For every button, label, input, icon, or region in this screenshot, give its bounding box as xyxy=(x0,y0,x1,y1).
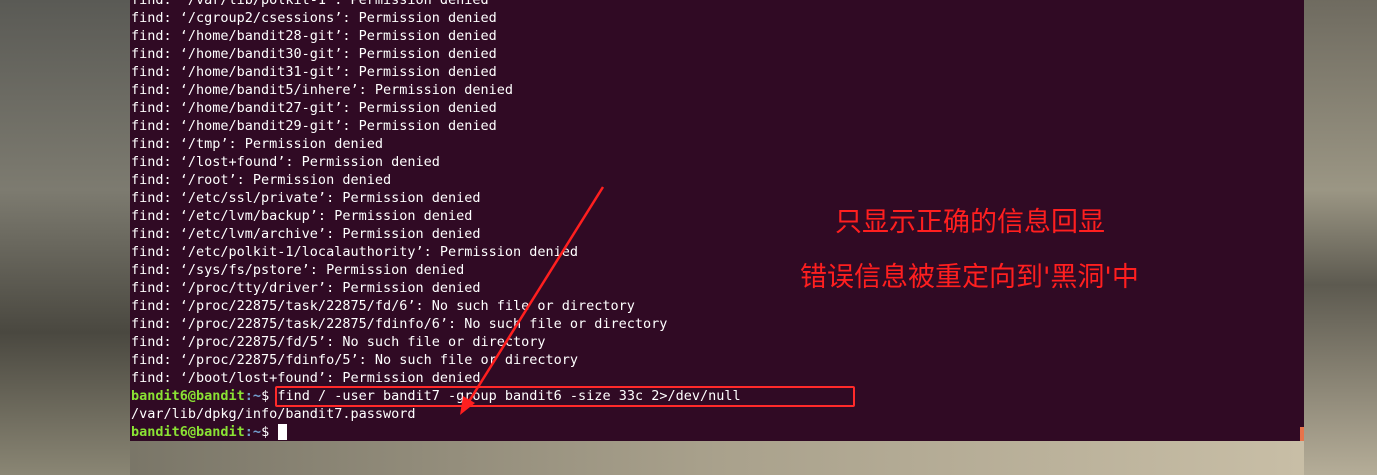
annotation-arrow xyxy=(460,186,605,415)
arrow-shaft xyxy=(466,186,605,404)
arrow-head xyxy=(460,396,475,415)
